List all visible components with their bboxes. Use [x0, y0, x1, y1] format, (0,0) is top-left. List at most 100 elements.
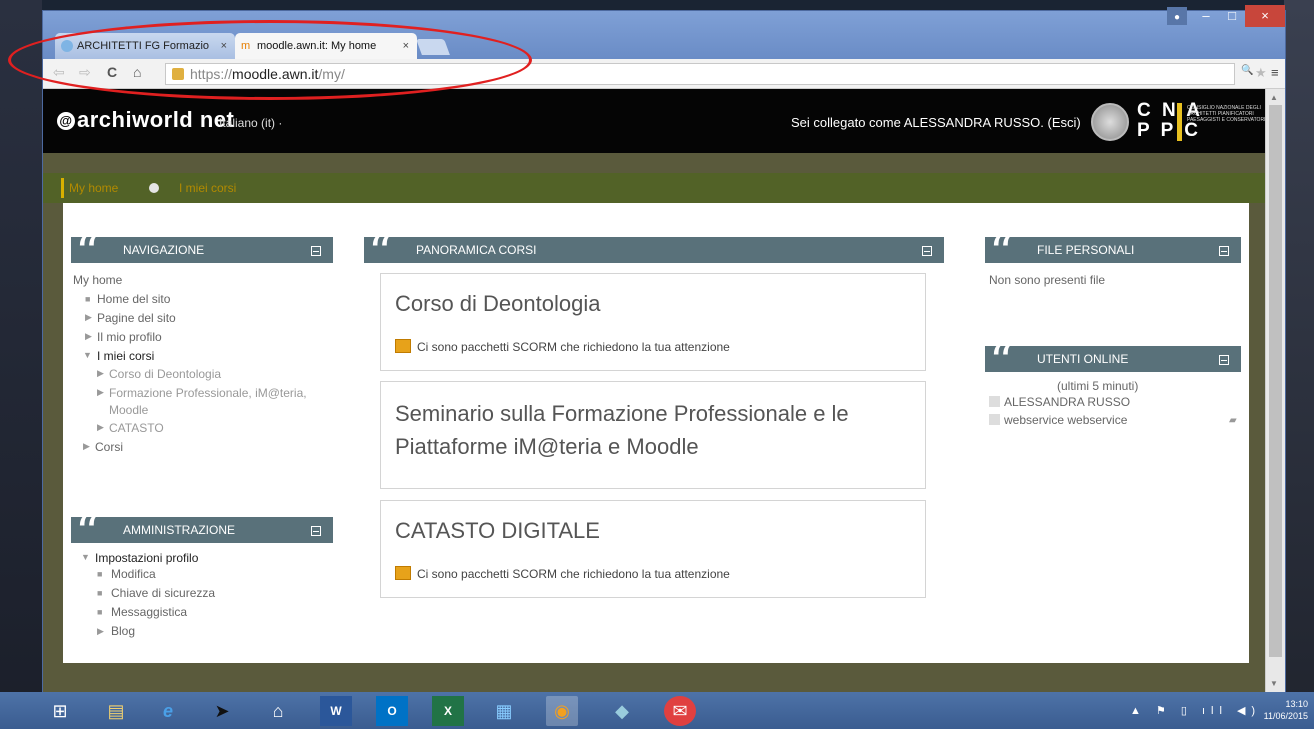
language-menu[interactable]: Italiano (it) · — [219, 116, 282, 130]
bullet-icon: ■ — [85, 294, 91, 304]
course-title[interactable]: Corso di Deontologia — [395, 288, 600, 320]
nav-miei-corsi[interactable]: I miei corsi — [97, 349, 154, 363]
block-title: NAVIGAZIONE — [123, 243, 205, 257]
breadcrumb-courses[interactable]: I miei corsi — [179, 181, 236, 195]
admin-messaggistica[interactable]: Messaggistica — [111, 605, 187, 619]
course-title-cont[interactable]: Piattaforme iM@teria e Moodle — [395, 431, 699, 463]
notes-icon[interactable]: ◆ — [606, 696, 638, 726]
nav-home-sito[interactable]: Home del sito — [97, 292, 170, 306]
ie-icon[interactable]: e — [152, 696, 184, 726]
minimize-button[interactable]: – — [1193, 5, 1219, 27]
clock-date: 11/06/2015 — [1263, 711, 1308, 721]
chrome-icon[interactable]: ◉ — [546, 696, 578, 726]
user-name: webservice webservice — [1004, 413, 1128, 427]
scorm-notice: Ci sono pacchetti SCORM che richiedono l… — [395, 566, 730, 581]
breadcrumb-marker — [61, 178, 64, 198]
quote-icon: “ — [368, 225, 393, 281]
close-window-button[interactable]: × — [1245, 5, 1285, 27]
admin-blog[interactable]: Blog — [111, 624, 135, 638]
expand-icon[interactable]: ▶ — [97, 368, 104, 379]
annotation-circle — [8, 20, 532, 100]
nav-formazione[interactable]: Formazione Professionale, iM@teria, — [109, 386, 307, 400]
clock-time: 13:10 — [1285, 699, 1308, 709]
course-card[interactable]: CATASTO DIGITALE Ci sono pacchetti SCORM… — [380, 500, 926, 598]
scroll-up-icon[interactable]: ▲ — [1270, 93, 1278, 102]
user-icon — [989, 396, 1000, 407]
utenti-online-header: “ UTENTI ONLINE — [985, 338, 1241, 386]
login-info[interactable]: Sei collegato come ALESSANDRA RUSSO. (Es… — [791, 115, 1081, 130]
admin-chiave[interactable]: Chiave di sicurezza — [111, 586, 215, 600]
user-icon[interactable]: ● — [1167, 7, 1187, 25]
cna-caption: CONSIGLIO NAZIONALE DEGLI ARCHITETTI PIA… — [1187, 105, 1266, 123]
block-title: PANORAMICA CORSI — [416, 243, 537, 257]
collapse-arrow-icon[interactable]: ▼ — [83, 350, 92, 360]
collapse-icon[interactable] — [1219, 355, 1229, 365]
course-title[interactable]: Seminario sulla Formazione Professionale… — [395, 398, 849, 430]
quote-icon: “ — [75, 225, 100, 281]
star-icon[interactable]: ★ — [1255, 65, 1267, 81]
user-name: ALESSANDRA RUSSO — [1004, 395, 1131, 409]
scroll-thumb[interactable] — [1269, 105, 1282, 657]
course-card[interactable]: Corso di Deontologia Ci sono pacchetti S… — [380, 273, 926, 371]
bullet-icon: ■ — [97, 588, 103, 598]
message-icon[interactable]: ▰ — [1229, 415, 1237, 426]
mail-icon[interactable]: ✉ — [664, 696, 696, 726]
scroll-down-icon[interactable]: ▼ — [1270, 679, 1278, 688]
web-page: @ archiworld net Italiano (it) · Sei coll… — [43, 89, 1265, 693]
expand-icon[interactable]: ▶ — [97, 422, 104, 433]
amministrazione-header: “ AMMINISTRAZIONE — [71, 509, 333, 557]
file-personali-header: “ FILE PERSONALI — [985, 229, 1241, 277]
collapse-icon[interactable] — [311, 246, 321, 256]
collapse-icon[interactable] — [922, 246, 932, 256]
package-icon — [395, 566, 411, 580]
menu-icon[interactable]: ≡ — [1271, 65, 1279, 80]
nav-formazione-cont[interactable]: Moodle — [109, 403, 148, 417]
desktop-left — [0, 0, 42, 729]
expand-icon[interactable]: ▶ — [83, 441, 90, 452]
collapse-icon[interactable] — [1219, 246, 1229, 256]
start-icon[interactable]: ⊞ — [44, 696, 76, 726]
app-icon[interactable]: ➤ — [206, 696, 238, 726]
online-user[interactable]: webservice webservice — [989, 413, 1127, 427]
expand-icon[interactable]: ▶ — [85, 331, 92, 342]
block-title: AMMINISTRAZIONE — [123, 523, 236, 537]
scorm-notice: Ci sono pacchetti SCORM che richiedono l… — [395, 339, 730, 354]
system-tray[interactable]: ▲ ⚑ ▯ ıll ◀) — [1130, 704, 1261, 717]
panoramica-header: “ PANORAMICA CORSI — [364, 229, 944, 277]
expand-icon[interactable]: ▶ — [97, 626, 104, 637]
expand-icon[interactable]: ▶ — [85, 312, 92, 323]
clock[interactable]: 13:10 11/06/2015 — [1256, 698, 1308, 722]
ppc-text: P P C — [1137, 120, 1201, 141]
collapse-icon[interactable] — [311, 526, 321, 536]
breadcrumb-home[interactable]: My home — [69, 181, 118, 195]
admin-modifica[interactable]: Modifica — [111, 567, 156, 581]
online-period: (ultimi 5 minuti) — [1057, 379, 1139, 393]
maximize-button[interactable]: □ — [1219, 5, 1245, 27]
outlook-icon[interactable]: O — [376, 696, 408, 726]
nav-pagine-sito[interactable]: Pagine del sito — [97, 311, 176, 325]
network-icon[interactable]: ▦ — [488, 696, 520, 726]
nav-corsi[interactable]: Corsi — [95, 440, 123, 454]
collapse-arrow-icon[interactable]: ▼ — [81, 552, 90, 562]
desktop-right — [1284, 0, 1314, 729]
word-icon[interactable]: W — [320, 696, 352, 726]
course-card[interactable]: Seminario sulla Formazione Professionale… — [380, 381, 926, 489]
nav-my-home[interactable]: My home — [73, 273, 122, 287]
scrollbar[interactable]: ▲ ▼ — [1265, 89, 1285, 693]
excel-icon[interactable]: X — [432, 696, 464, 726]
home-icon[interactable]: ⌂ — [262, 696, 294, 726]
nav-corso-deontologia[interactable]: Corso di Deontologia — [109, 367, 221, 381]
nav-catasto[interactable]: CATASTO — [109, 421, 164, 435]
zoom-icon[interactable]: 🔍 — [1241, 65, 1253, 76]
online-user[interactable]: ALESSANDRA RUSSO — [989, 395, 1130, 409]
nav-mio-profilo[interactable]: Il mio profilo — [97, 330, 162, 344]
course-title[interactable]: CATASTO DIGITALE — [395, 515, 600, 547]
notice-text: Ci sono pacchetti SCORM che richiedono l… — [417, 567, 730, 581]
site-logo[interactable]: @ archiworld net — [57, 107, 234, 133]
block-title: FILE PERSONALI — [1037, 243, 1135, 257]
expand-icon[interactable]: ▶ — [97, 387, 104, 398]
admin-impostazioni[interactable]: Impostazioni profilo — [95, 551, 198, 565]
notice-text: Ci sono pacchetti SCORM che richiedono l… — [417, 340, 730, 354]
explorer-icon[interactable]: ▤ — [100, 696, 132, 726]
browser-window: ARCHITETTI FG Formazio × m moodle.awn.it… — [42, 5, 1286, 693]
